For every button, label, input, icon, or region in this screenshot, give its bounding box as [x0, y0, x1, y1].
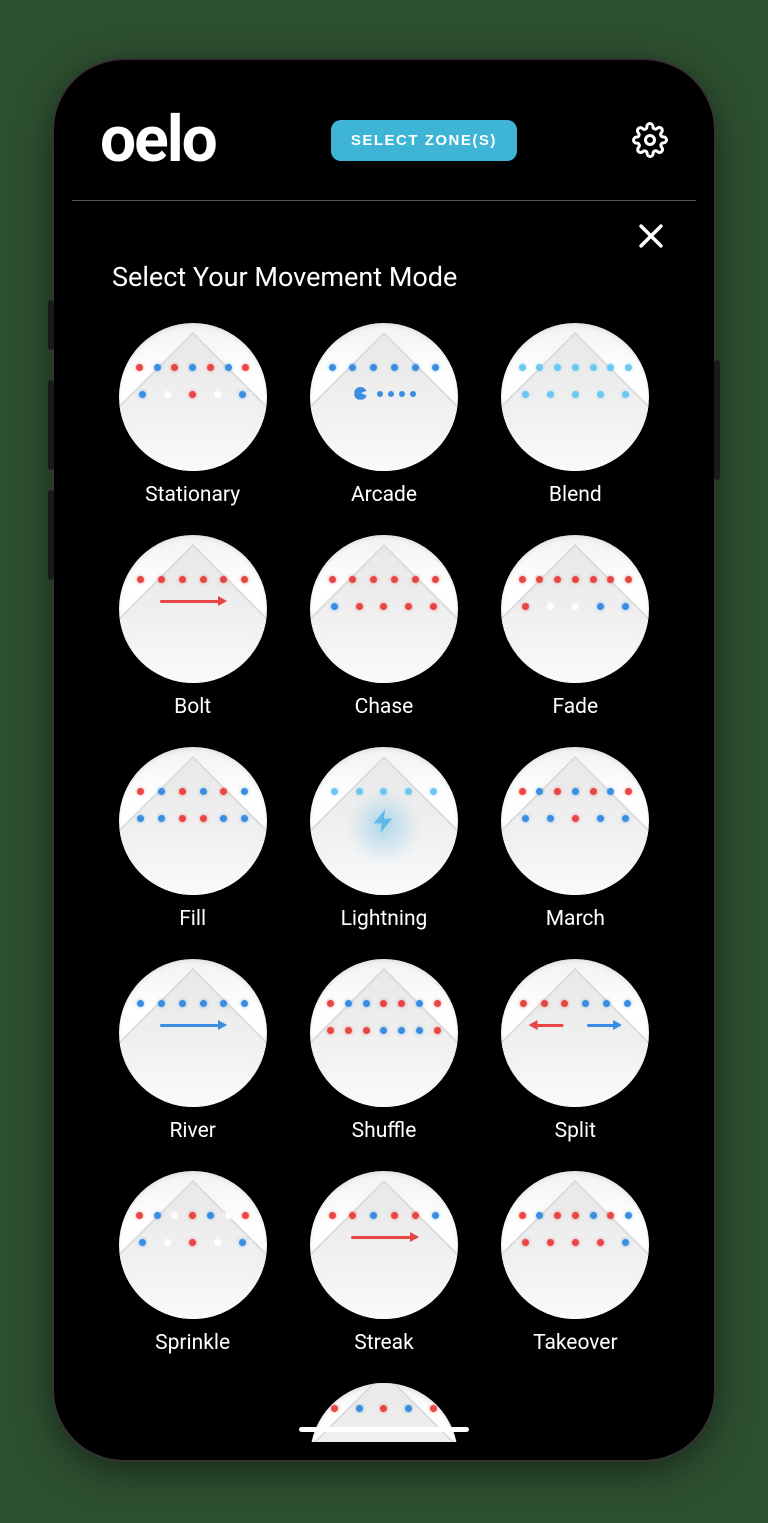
mode-lightning[interactable]: Lightning	[297, 747, 470, 931]
power-button	[714, 360, 720, 480]
mode-label: Fade	[552, 695, 598, 719]
mode-sprinkle[interactable]: Sprinkle	[106, 1171, 279, 1355]
mode-fill[interactable]: Fill	[106, 747, 279, 931]
mode-label: Blend	[549, 483, 602, 507]
mode-label: Split	[555, 1119, 596, 1143]
mode-icon	[310, 535, 458, 683]
volume-up-button	[48, 380, 54, 470]
mode-label: Arcade	[351, 483, 417, 507]
mode-icon	[119, 535, 267, 683]
mode-icon	[501, 1171, 649, 1319]
mode-stationary[interactable]: Stationary	[106, 323, 279, 507]
app-logo: oelo	[100, 108, 216, 172]
mode-icon	[501, 959, 649, 1107]
mode-arcade[interactable]: Arcade	[297, 323, 470, 507]
mode-split[interactable]: Split	[489, 959, 662, 1143]
mode-march[interactable]: March	[489, 747, 662, 931]
mode-icon	[501, 747, 649, 895]
mode-label: Chase	[355, 695, 414, 719]
mode-label: Shuffle	[352, 1119, 417, 1143]
mode-icon	[119, 1171, 267, 1319]
mode-blend[interactable]: Blend	[489, 323, 662, 507]
mode-icon	[501, 323, 649, 471]
mode-label: Takeover	[533, 1331, 617, 1355]
mode-shuffle[interactable]: Shuffle	[297, 959, 470, 1143]
mode-label: Lightning	[341, 907, 428, 931]
mode-icon	[119, 747, 267, 895]
page-title: Select Your Movement Mode	[72, 253, 696, 323]
screen: oelo SELECT ZONE(S) Select Your Movement…	[72, 78, 696, 1442]
mode-label: Sprinkle	[155, 1331, 230, 1355]
mode-icon	[310, 1171, 458, 1319]
mode-label: River	[169, 1119, 215, 1143]
close-row	[72, 201, 696, 253]
mode-partial[interactable]	[297, 1383, 470, 1442]
mode-icon	[310, 323, 458, 471]
close-icon[interactable]	[634, 219, 668, 253]
mode-label: Fill	[179, 907, 206, 931]
select-zone-button[interactable]: SELECT ZONE(S)	[331, 120, 517, 161]
mode-label: Stationary	[145, 483, 240, 507]
mode-icon	[310, 747, 458, 895]
mode-grid: Stationary Arcade Blend	[72, 323, 696, 1442]
mode-label: March	[546, 907, 605, 931]
settings-icon[interactable]	[632, 122, 668, 158]
phone-frame: oelo SELECT ZONE(S) Select Your Movement…	[54, 60, 714, 1460]
mode-label: Bolt	[174, 695, 211, 719]
mode-bolt[interactable]: Bolt	[106, 535, 279, 719]
phone-notch	[299, 78, 469, 106]
mode-takeover[interactable]: Takeover	[489, 1171, 662, 1355]
mode-icon	[119, 959, 267, 1107]
mode-icon	[119, 323, 267, 471]
mode-label: Streak	[354, 1331, 413, 1355]
mode-river[interactable]: River	[106, 959, 279, 1143]
home-indicator[interactable]	[299, 1427, 469, 1432]
lightning-bolt-icon	[370, 803, 398, 843]
mode-icon	[310, 1383, 458, 1442]
side-button	[48, 300, 54, 350]
mode-streak[interactable]: Streak	[297, 1171, 470, 1355]
mode-fade[interactable]: Fade	[489, 535, 662, 719]
mode-chase[interactable]: Chase	[297, 535, 470, 719]
mode-icon	[310, 959, 458, 1107]
mode-icon	[501, 535, 649, 683]
volume-down-button	[48, 490, 54, 580]
